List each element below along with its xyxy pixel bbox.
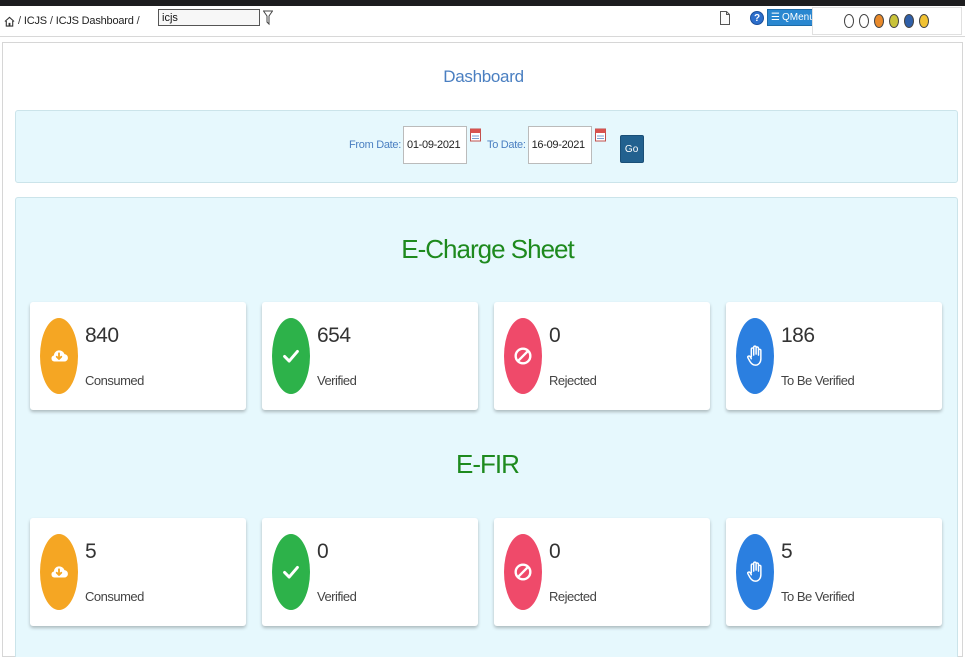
breadcrumb-separator: / — [18, 15, 21, 27]
theme-swatch[interactable] — [859, 14, 869, 28]
go-button[interactable]: Go — [619, 135, 644, 163]
cloud-download-icon — [40, 318, 78, 394]
home-icon[interactable] — [4, 16, 15, 27]
breadcrumb-item-dashboard[interactable]: ICJS Dashboard — [56, 15, 134, 27]
ban-icon — [504, 318, 542, 394]
stat-label: Rejected — [549, 373, 597, 388]
qmenu-label: QMenu — [781, 12, 815, 23]
stat-card-echarge-consumed[interactable]: 840 Consumed — [30, 302, 246, 410]
hand-icon — [736, 534, 774, 610]
stat-card-echarge-verified[interactable]: 654 Verified — [262, 302, 478, 410]
theme-swatch[interactable] — [844, 14, 854, 28]
to-date-input[interactable] — [527, 126, 592, 164]
stat-label: Rejected — [549, 589, 597, 604]
menu-bars-icon: ☰ — [771, 12, 780, 23]
section-title-echarge-sheet: E-Charge Sheet — [401, 234, 574, 264]
from-date-input[interactable] — [403, 126, 468, 164]
theme-switcher — [812, 7, 962, 35]
stat-label: To Be Verified — [781, 373, 855, 388]
hand-icon — [736, 318, 774, 394]
calendar-icon[interactable] — [594, 127, 606, 143]
theme-swatch[interactable] — [874, 14, 884, 28]
check-icon — [272, 534, 310, 610]
breadcrumb-separator: / — [136, 15, 140, 27]
calendar-icon[interactable] — [470, 127, 482, 143]
top-toolbar: / ICJS / ICJS Dashboard / ? ☰ QMenu — [0, 6, 965, 37]
stat-card-efir-rejected[interactable]: 0 Rejected — [494, 518, 710, 626]
help-icon[interactable]: ? — [750, 11, 764, 25]
stat-value: 5 — [781, 540, 793, 563]
stat-label: Verified — [317, 373, 357, 388]
ban-icon — [504, 534, 542, 610]
stat-value: 0 — [549, 540, 561, 563]
document-icon[interactable] — [720, 11, 730, 25]
section-title-efir: E-FIR — [456, 449, 520, 479]
stat-value: 0 — [317, 540, 329, 563]
to-date-label: To Date: — [487, 139, 526, 151]
stat-value: 0 — [549, 324, 561, 347]
stat-value: 840 — [85, 324, 119, 347]
stats-panel: E-Charge Sheet 840 Consumed 654 Verified… — [15, 197, 958, 657]
stat-card-echarge-to-be-verified[interactable]: 186 To Be Verified — [726, 302, 942, 410]
page-title: Dashboard — [443, 67, 524, 86]
breadcrumb-item-icjs[interactable]: ICJS — [24, 15, 47, 27]
date-filter-row: From Date: To Date: Go — [349, 126, 644, 164]
date-filter-bar: From Date: To Date: Go — [15, 110, 958, 183]
breadcrumb: / ICJS / ICJS Dashboard / — [4, 15, 140, 27]
stat-label: To Be Verified — [781, 589, 855, 604]
check-icon — [272, 318, 310, 394]
cloud-download-icon — [40, 534, 78, 610]
stat-label: Consumed — [85, 373, 144, 388]
qmenu-button[interactable]: ☰ QMenu — [767, 9, 819, 26]
theme-swatch[interactable] — [904, 14, 914, 28]
theme-swatch[interactable] — [919, 14, 929, 28]
stat-card-efir-verified[interactable]: 0 Verified — [262, 518, 478, 626]
stat-value: 5 — [85, 540, 97, 563]
stat-card-efir-to-be-verified[interactable]: 5 To Be Verified — [726, 518, 942, 626]
stat-card-echarge-rejected[interactable]: 0 Rejected — [494, 302, 710, 410]
search-input[interactable] — [158, 9, 260, 26]
stat-label: Consumed — [85, 589, 144, 604]
stat-label: Verified — [317, 589, 357, 604]
stat-card-efir-consumed[interactable]: 5 Consumed — [30, 518, 246, 626]
breadcrumb-separator: / — [49, 15, 53, 27]
theme-swatch[interactable] — [889, 14, 899, 28]
stat-value: 654 — [317, 324, 351, 347]
main-panel: Dashboard From Date: To Date: Go E-Charg… — [2, 42, 963, 657]
from-date-label: From Date: — [349, 139, 402, 151]
stat-value: 186 — [781, 324, 815, 347]
filter-icon[interactable] — [263, 10, 273, 26]
